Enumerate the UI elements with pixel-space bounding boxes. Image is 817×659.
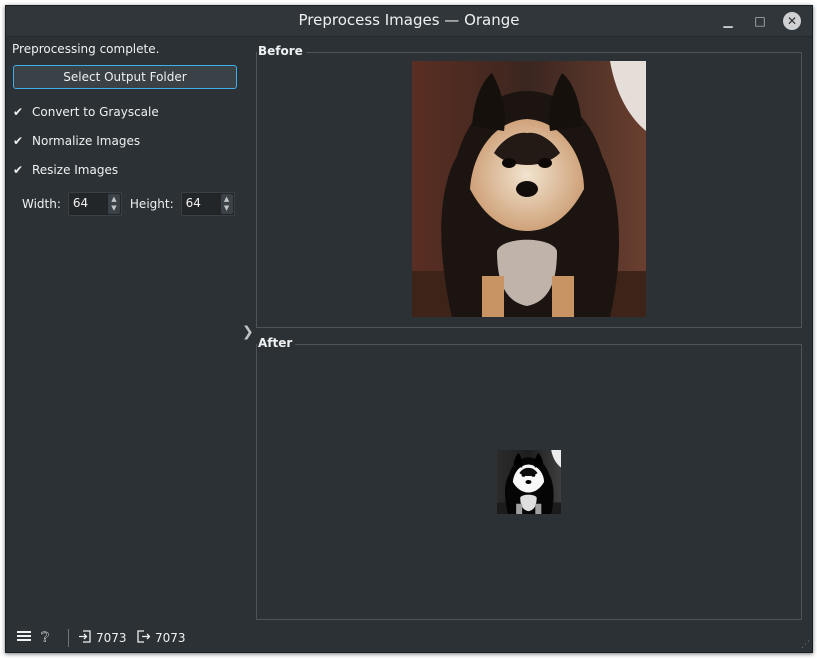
- spin-arrows-icon[interactable]: ▲ ▼: [107, 194, 120, 214]
- checkmark-icon: ✔: [13, 163, 24, 177]
- input-icon: [79, 630, 91, 646]
- before-label: Before: [257, 44, 306, 58]
- input-count-value: 7073: [96, 631, 127, 645]
- width-spinbox[interactable]: 64 ▲ ▼: [67, 192, 122, 216]
- resize-label: Resize Images: [32, 163, 119, 177]
- height-spinbox[interactable]: 64 ▲ ▼: [180, 192, 235, 216]
- width-label: Width:: [22, 197, 61, 211]
- status-bar: ❔︎ 7073 7073 ⋰: [6, 623, 812, 652]
- checkmark-icon: ✔: [13, 134, 24, 148]
- resize-grip-icon[interactable]: ⋰: [801, 640, 810, 650]
- separator: [68, 629, 69, 647]
- close-icon[interactable]: ✕: [783, 12, 801, 30]
- width-value: 64: [72, 196, 89, 210]
- output-icon: [137, 630, 151, 646]
- size-row: Width: 64 ▲ ▼ Height: 64 ▲ ▼: [22, 192, 243, 216]
- status-text: Preprocessing complete.: [12, 42, 160, 56]
- window-title: Preprocess Images — Orange: [298, 11, 520, 29]
- minimize-icon[interactable]: ▁: [719, 12, 737, 30]
- select-output-folder-button[interactable]: Select Output Folder: [13, 65, 237, 89]
- menu-icon[interactable]: [17, 630, 31, 642]
- height-value: 64: [185, 196, 201, 210]
- spin-arrows-icon[interactable]: ▲ ▼: [220, 194, 233, 214]
- app-window: Preprocess Images — Orange ▁ □ ✕ Preproc…: [5, 5, 813, 653]
- after-label: After: [257, 336, 296, 350]
- grayscale-label: Convert to Grayscale: [32, 105, 159, 119]
- help-icon[interactable]: ❔︎: [41, 630, 49, 646]
- title-bar: Preprocess Images — Orange ▁ □ ✕: [6, 6, 812, 37]
- grayscale-checkbox[interactable]: ✔ Convert to Grayscale: [13, 104, 159, 120]
- output-count-value: 7073: [155, 631, 186, 645]
- before-panel: Before: [256, 44, 802, 328]
- after-image: [497, 450, 561, 514]
- after-panel: After: [256, 336, 802, 620]
- output-count[interactable]: 7073: [137, 630, 186, 646]
- height-label: Height:: [129, 197, 174, 211]
- checkmark-icon: ✔: [13, 105, 24, 119]
- normalize-label: Normalize Images: [32, 134, 141, 148]
- splitter-arrow-icon[interactable]: ❯: [242, 324, 254, 340]
- maximize-icon[interactable]: □: [751, 12, 769, 30]
- input-count[interactable]: 7073: [79, 630, 127, 646]
- before-image: [412, 61, 646, 317]
- resize-checkbox[interactable]: ✔ Resize Images: [13, 162, 118, 178]
- normalize-checkbox[interactable]: ✔ Normalize Images: [13, 133, 140, 149]
